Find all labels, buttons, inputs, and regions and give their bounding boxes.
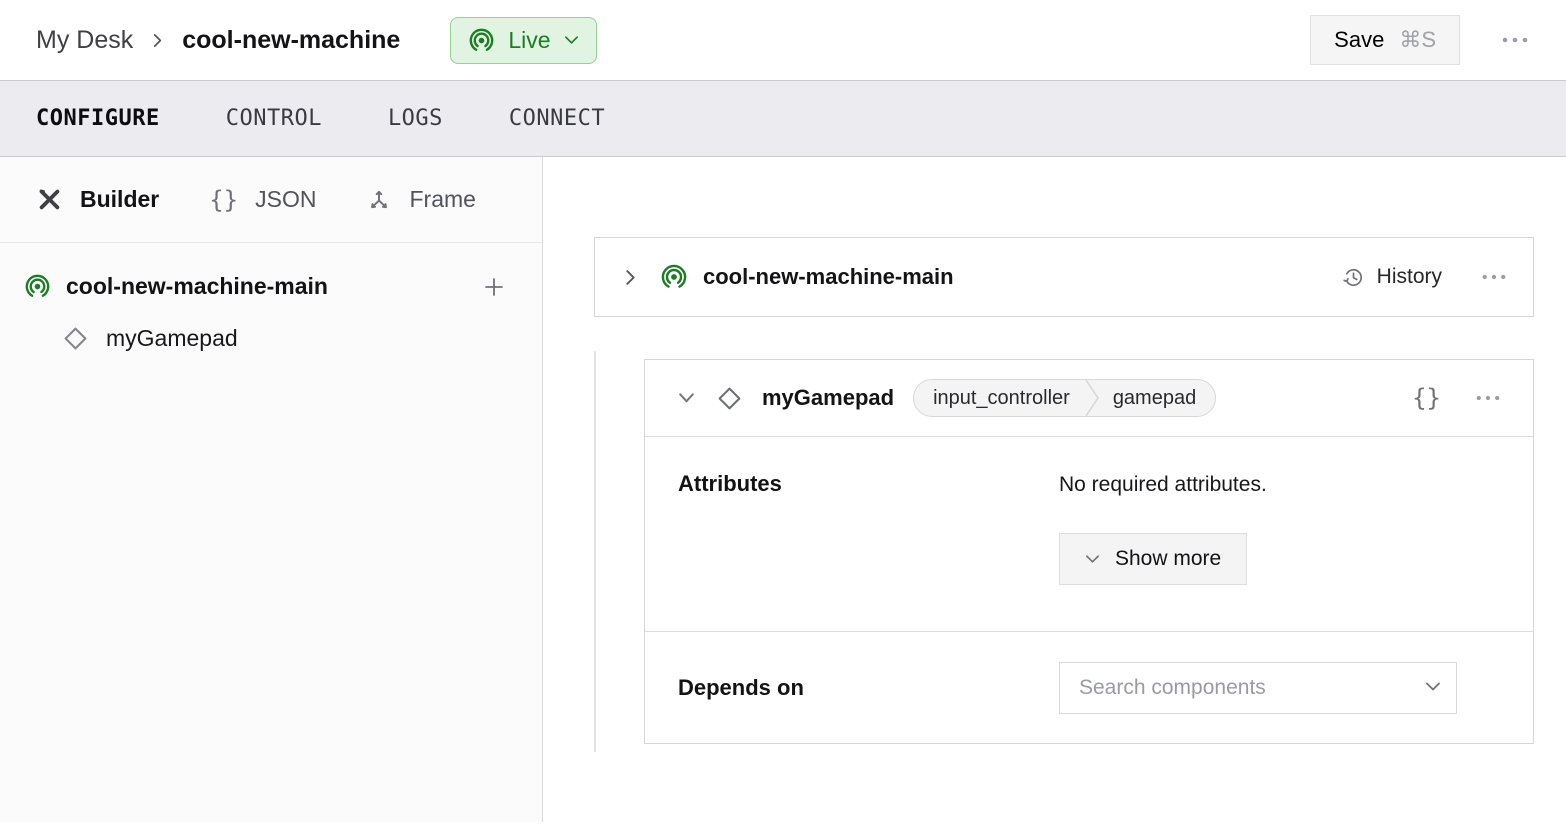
view-toggle-builder-label: Builder (80, 186, 159, 213)
tree-child-name: myGamepad (106, 325, 238, 352)
expand-machine-card-button[interactable] (622, 269, 639, 286)
config-sidebar: Builder {} JSON Frame (0, 157, 543, 822)
show-more-label: Show more (1115, 547, 1221, 571)
machine-card-menu-button[interactable] (1482, 274, 1506, 280)
tree-machine-name: cool-new-machine-main (66, 273, 328, 300)
chevron-down-icon (678, 392, 695, 404)
machine-card-title: cool-new-machine-main (703, 264, 954, 290)
live-status-dropdown[interactable]: Live (450, 17, 596, 64)
tree-item-mygamepad[interactable]: myGamepad (62, 325, 506, 352)
search-components-input[interactable] (1059, 662, 1457, 714)
component-model: gamepad (1100, 387, 1215, 410)
component-type: input_controller (914, 387, 1085, 410)
braces-icon: {} (209, 186, 238, 214)
tab-logs[interactable]: LOGS (388, 106, 443, 131)
broadcast-icon (660, 263, 688, 291)
depends-on-label: Depends on (678, 675, 1059, 701)
edit-json-button[interactable]: {} (1412, 384, 1441, 412)
show-more-button[interactable]: Show more (1059, 533, 1247, 585)
header-overflow-menu-button[interactable] (1502, 37, 1528, 43)
chevron-down-icon (564, 35, 579, 45)
save-button[interactable]: Save ⌘S (1310, 15, 1460, 65)
depends-on-select (1059, 662, 1457, 714)
tools-icon (36, 186, 63, 213)
attributes-section: Attributes No required attributes. Show … (645, 437, 1533, 632)
broadcast-icon (24, 273, 51, 300)
tab-connect[interactable]: CONNECT (509, 106, 605, 131)
configure-body: Builder {} JSON Frame (0, 157, 1566, 822)
app-header: My Desk cool-new-machine Live Save ⌘S (0, 0, 1566, 81)
component-card-mygamepad: myGamepad input_controller gamepad {} At… (644, 359, 1534, 744)
view-toggle-frame-label: Frame (409, 186, 475, 213)
breadcrumb-parent-link[interactable]: My Desk (36, 26, 133, 55)
depends-on-section: Depends on (645, 632, 1533, 743)
view-toggle-frame[interactable]: Frame (366, 186, 475, 213)
tree-item-machine-main[interactable]: cool-new-machine-main (24, 273, 506, 300)
component-diamond-icon (716, 385, 743, 412)
badge-divider-chevron (1085, 379, 1100, 417)
axes-icon (366, 187, 392, 213)
view-toggle-builder[interactable]: Builder (36, 186, 159, 213)
ellipsis-icon (1502, 37, 1528, 43)
component-menu-button[interactable] (1476, 395, 1500, 401)
collapse-component-button[interactable] (678, 392, 695, 404)
view-toggle-json[interactable]: {} JSON (209, 186, 316, 214)
view-mode-toggle: Builder {} JSON Frame (0, 157, 542, 243)
broadcast-icon (468, 27, 495, 54)
ellipsis-icon (1476, 395, 1500, 401)
live-status-label: Live (508, 27, 550, 54)
plus-icon (482, 275, 506, 299)
breadcrumb: My Desk cool-new-machine (36, 26, 400, 55)
machine-part-tree: cool-new-machine-main myGamepad (0, 243, 542, 352)
machine-tabbar: CONFIGURE CONTROL LOGS CONNECT (0, 81, 1566, 157)
config-main-panel: cool-new-machine-main History (543, 157, 1566, 822)
history-button[interactable]: History (1341, 265, 1442, 290)
save-button-label: Save (1334, 27, 1384, 53)
history-button-label: History (1377, 265, 1442, 289)
view-toggle-json-label: JSON (255, 186, 316, 213)
tab-control[interactable]: CONTROL (226, 106, 322, 131)
component-diamond-icon (62, 325, 89, 352)
machine-part-card: cool-new-machine-main History (594, 237, 1534, 317)
attributes-label: Attributes (678, 471, 1059, 597)
save-shortcut-hint: ⌘S (1399, 27, 1436, 53)
tree-guide-line (594, 351, 596, 752)
component-card-header: myGamepad input_controller gamepad {} (645, 360, 1533, 437)
tab-configure[interactable]: CONFIGURE (36, 106, 160, 131)
attributes-empty-text: No required attributes. (1059, 471, 1500, 497)
component-type-badge: input_controller gamepad (913, 379, 1216, 417)
ellipsis-icon (1482, 274, 1506, 280)
breadcrumb-current: cool-new-machine (182, 26, 400, 55)
attributes-value-column: No required attributes. Show more (1059, 471, 1500, 597)
chevron-right-icon (622, 269, 639, 286)
chevron-down-icon (1085, 554, 1100, 564)
history-icon (1341, 265, 1366, 290)
component-title: myGamepad (762, 385, 894, 411)
add-component-button[interactable] (482, 275, 506, 299)
breadcrumb-chevron-icon (150, 33, 165, 48)
